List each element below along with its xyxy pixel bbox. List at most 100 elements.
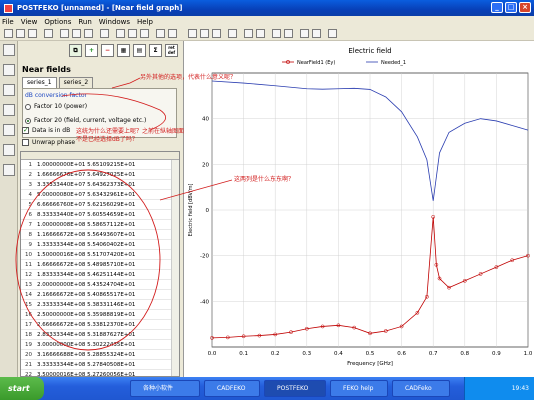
table-row[interactable]: 22 3.50000016E+08 5.27260056E+01 — [21, 370, 179, 376]
task-cadfeko-2[interactable]: CADFeko — [392, 380, 450, 397]
table-row[interactable]: 7 1.00000008E+08 5.58657112E+01 — [21, 220, 179, 230]
near-field-tool-icon[interactable] — [3, 64, 15, 76]
save-icon[interactable] — [28, 29, 37, 38]
factor-20-label: Factor 20 (field, current, voltage etc.) — [34, 117, 147, 124]
table-row[interactable]: 17 2.66666672E+08 5.33812370E+01 — [21, 320, 179, 330]
calculate-button[interactable]: ret def — [165, 44, 178, 57]
task-postfeko[interactable]: POSTFEKO — [264, 380, 326, 397]
open-file-icon[interactable] — [16, 29, 25, 38]
marker-icon[interactable] — [272, 29, 281, 38]
copy-series-icon[interactable]: ⧉ — [69, 44, 82, 57]
table-row[interactable]: 4 5.00000080E+07 5.63432961E+01 — [21, 190, 179, 200]
table-row[interactable]: 15 2.33333344E+08 5.38331146E+01 — [21, 300, 179, 310]
cartesian-graph-icon[interactable] — [212, 29, 221, 38]
maximize-button[interactable]: □ — [505, 2, 517, 13]
start-button[interactable]: start — [0, 377, 44, 400]
table-row[interactable]: 2 1.66666676E+07 5.64927025E+01 — [21, 170, 179, 180]
row-index: 15 — [25, 302, 32, 308]
select-tool-icon[interactable] — [3, 44, 15, 56]
left-tool-strip — [0, 41, 18, 377]
factor-10-radio[interactable]: Factor 10 (power) — [25, 103, 87, 110]
chart-area: 0.0 0.1 0.2 0.3 0.4 0.5 0.6 0.7 0.8 0.9 1.0 40 20 0 -2… — [183, 41, 534, 377]
table-row[interactable]: 20 3.16666688E+08 5.28855324E+01 — [21, 350, 179, 360]
add-series-icon[interactable]: + — [85, 44, 98, 57]
menu-file[interactable]: File — [2, 18, 14, 26]
table-row[interactable]: 14 2.16666672E+08 5.40865517E+01 — [21, 290, 179, 300]
help-icon[interactable] — [328, 29, 337, 38]
smith-chart-icon[interactable] — [200, 29, 209, 38]
grid-icon[interactable] — [256, 29, 265, 38]
export-icon[interactable] — [228, 29, 237, 38]
remove-series-icon[interactable]: − — [101, 44, 114, 57]
row-values: 1.83333344E+08 5.46251144E+01 — [37, 272, 136, 278]
pan-icon[interactable] — [168, 29, 177, 38]
table-row[interactable]: 21 3.33333344E+08 5.27840508E+01 — [21, 360, 179, 370]
dataset-icon[interactable]: ▤ — [133, 44, 146, 57]
menu-view[interactable]: View — [21, 18, 38, 26]
row-values: 2.16666672E+08 5.40865517E+01 — [37, 292, 136, 298]
data-table-scrollbar[interactable] — [171, 160, 179, 376]
cut-icon[interactable] — [60, 29, 69, 38]
menu-run[interactable]: Run — [78, 18, 91, 26]
table-row[interactable]: 19 3.00000000E+08 5.30222435E+01 — [21, 340, 179, 350]
x-tick-label: 0.9 — [492, 351, 501, 357]
window-tile-icon[interactable] — [300, 29, 309, 38]
table-row[interactable]: 11 1.66666672E+08 5.48985710E+01 — [21, 260, 179, 270]
polar-graph-icon[interactable] — [188, 29, 197, 38]
tab-series-1[interactable]: series_1 — [22, 77, 57, 88]
sum-icon[interactable]: Σ — [149, 44, 162, 57]
y-tick-label: -40 — [200, 299, 209, 305]
paste-icon[interactable] — [84, 29, 93, 38]
table-row[interactable]: 13 2.00000000E+08 5.43524704E+01 — [21, 280, 179, 290]
table-row[interactable]: 16 2.50000000E+08 5.35988819E+01 — [21, 310, 179, 320]
table-row[interactable]: 12 1.83333344E+08 5.46251144E+01 — [21, 270, 179, 280]
close-button[interactable]: × — [519, 2, 531, 13]
row-values: 1.00000000E+01 5.65109215E+01 — [37, 162, 136, 168]
data-in-db-checkbox[interactable]: ✓ Data is in dB — [22, 127, 70, 134]
impedance-tool-icon[interactable] — [3, 144, 15, 156]
legend-icon[interactable] — [244, 29, 253, 38]
graph-icon[interactable] — [116, 29, 125, 38]
table-row[interactable]: 8 1.16666672E+08 5.56493607E+01 — [21, 230, 179, 240]
unwrap-phase-checkbox[interactable]: Unwrap phase — [22, 139, 75, 146]
power-tool-icon[interactable] — [3, 164, 15, 176]
menu-windows[interactable]: Windows — [99, 18, 130, 26]
window-cascade-icon[interactable] — [312, 29, 321, 38]
table-view-icon[interactable]: ▦ — [117, 44, 130, 57]
table-row[interactable]: 18 2.83333344E+08 5.31887627E+01 — [21, 330, 179, 340]
table-row[interactable]: 5 6.66666760E+07 5.62156029E+01 — [21, 200, 179, 210]
row-index: 6 — [28, 212, 33, 218]
undo-icon[interactable] — [100, 29, 109, 38]
axes-icon[interactable] — [284, 29, 293, 38]
table-row[interactable]: 1 1.00000000E+01 5.65109215E+01 — [21, 160, 179, 170]
row-index: 17 — [25, 322, 32, 328]
table-row[interactable]: 6 8.33333440E+07 5.60554659E+01 — [21, 210, 179, 220]
factor-20-radio[interactable]: Factor 20 (field, current, voltage etc.) — [25, 117, 146, 124]
task-software-folder[interactable]: 各种小软件 — [130, 380, 200, 397]
menu-help[interactable]: Help — [137, 18, 153, 26]
table-row[interactable]: 10 1.50000016E+08 5.51707420E+01 — [21, 250, 179, 260]
menu-options[interactable]: Options — [44, 18, 71, 26]
three-d-view-icon[interactable] — [140, 29, 149, 38]
table-row[interactable]: 9 1.33333344E+08 5.54060402E+01 — [21, 240, 179, 250]
minimize-button[interactable]: _ — [491, 2, 503, 13]
radio-dot — [25, 117, 31, 124]
row-values: 3.33333440E+07 5.64362373E+01 — [37, 182, 136, 188]
table-icon[interactable] — [128, 29, 137, 38]
row-values: 1.16666672E+08 5.56493607E+01 — [37, 232, 136, 238]
task-feko-help[interactable]: FEKO help — [330, 380, 388, 397]
tab-series-2[interactable]: series_2 — [58, 77, 94, 88]
zoom-icon[interactable] — [156, 29, 165, 38]
data-table[interactable]: 1 1.00000000E+01 5.65109215E+01 2 1.6666667… — [20, 151, 180, 377]
row-index: 8 — [28, 232, 33, 238]
table-row[interactable]: 3 3.33333440E+07 5.64362373E+01 — [21, 180, 179, 190]
x-tick-label: 0.4 — [334, 351, 343, 357]
far-field-tool-icon[interactable] — [3, 84, 15, 96]
y-tick-label: -20 — [200, 254, 209, 260]
copy-icon[interactable] — [72, 29, 81, 38]
new-file-icon[interactable] — [4, 29, 13, 38]
print-icon[interactable] — [44, 29, 53, 38]
currents-tool-icon[interactable] — [3, 104, 15, 116]
task-cadfeko[interactable]: CADFEKO — [204, 380, 260, 397]
source-tool-icon[interactable] — [3, 124, 15, 136]
